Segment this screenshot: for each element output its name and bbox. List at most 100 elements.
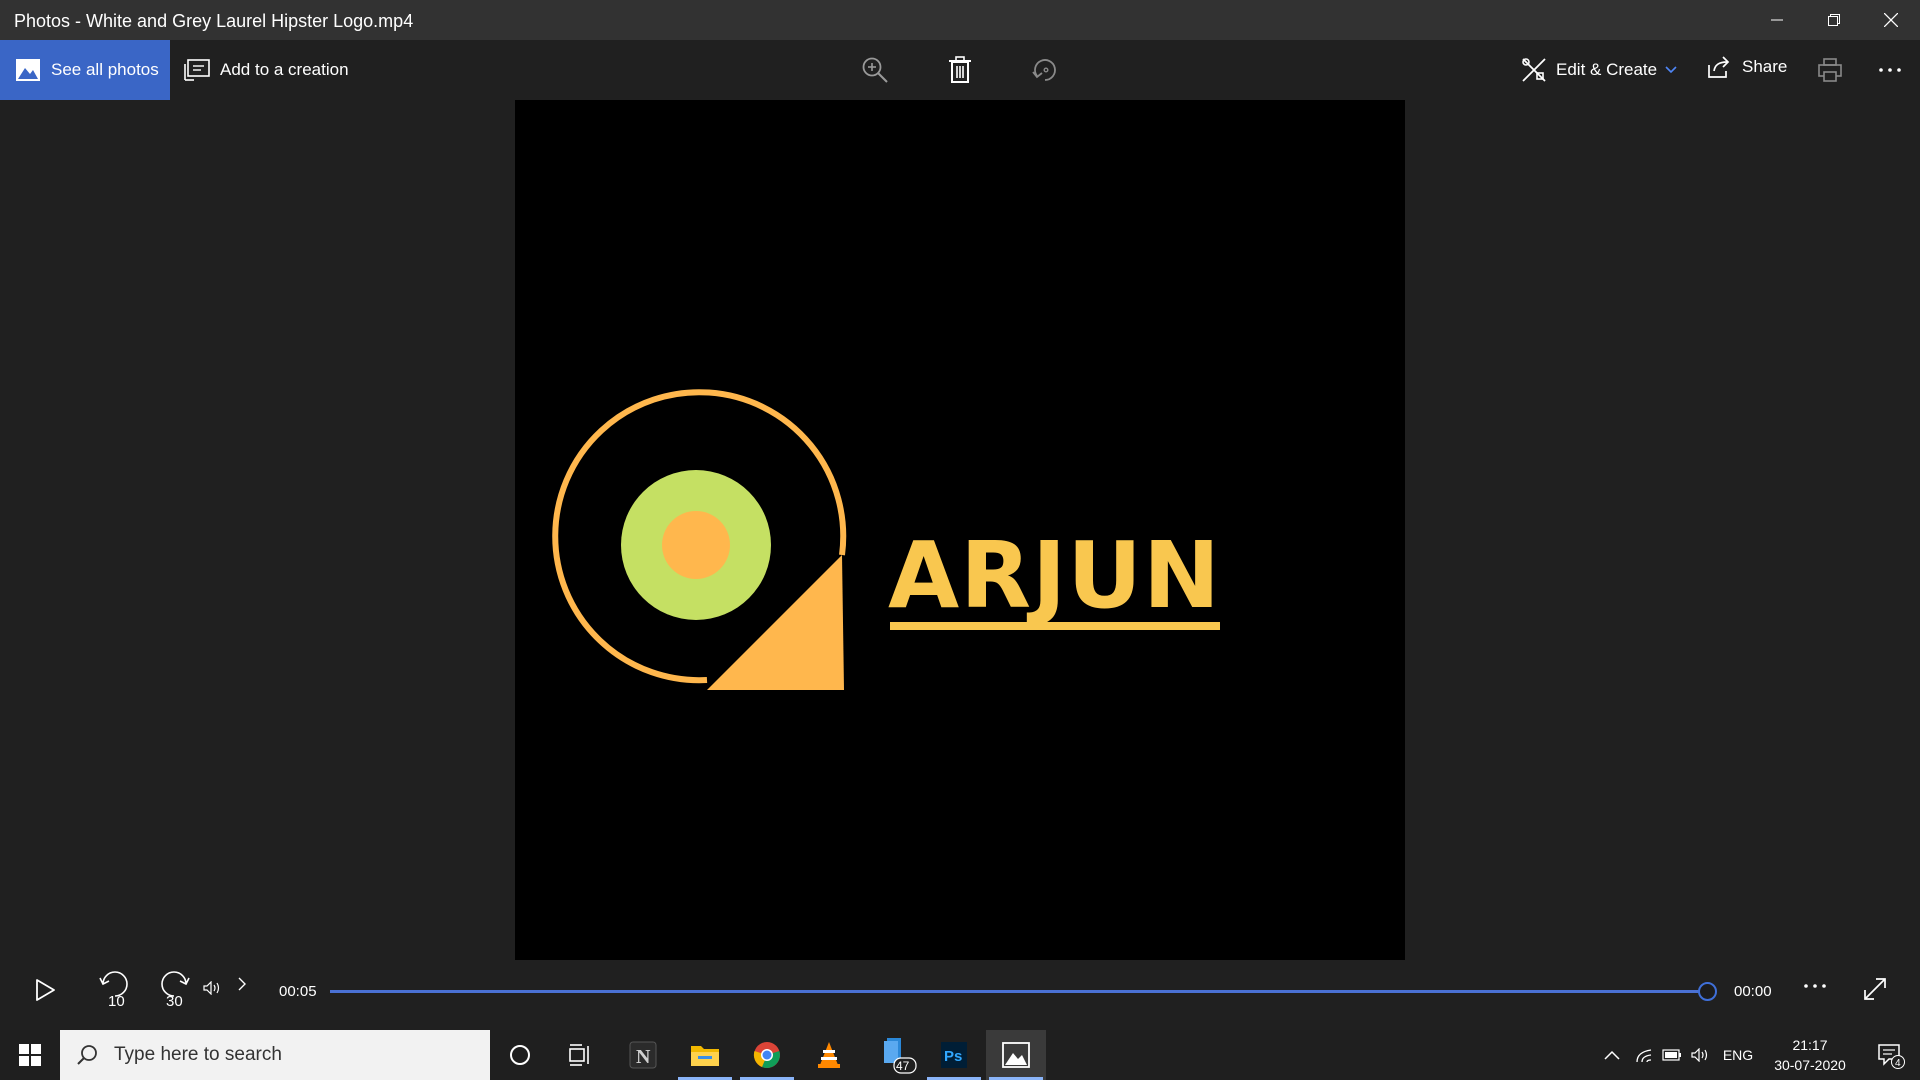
close-icon: [1883, 13, 1898, 27]
more-options-button[interactable]: [1872, 52, 1908, 88]
taskbar-photoshop[interactable]: Ps: [924, 1030, 984, 1080]
mail-icon: 47: [884, 1038, 917, 1074]
taskbar-photos[interactable]: [986, 1030, 1046, 1080]
notion-icon: N: [629, 1041, 657, 1069]
show-hidden-icons-button[interactable]: [1600, 1030, 1624, 1080]
more-icon: [1879, 68, 1901, 72]
network-button[interactable]: [1632, 1030, 1656, 1080]
share-button[interactable]: Share: [1706, 40, 1787, 94]
more-icon: [1804, 984, 1826, 988]
delete-icon: [949, 56, 971, 83]
print-icon: [1818, 58, 1842, 82]
restore-button[interactable]: [1805, 0, 1862, 40]
speaker-icon: [1691, 1048, 1708, 1062]
search-placeholder: Type here to search: [114, 1044, 282, 1065]
see-all-photos-label: See all photos: [51, 60, 159, 79]
windows-icon: [19, 1044, 41, 1066]
edit-create-label: Edit & Create: [1556, 60, 1658, 79]
volume-button[interactable]: [202, 978, 222, 998]
rewind-seconds: 10: [108, 993, 125, 1010]
elapsed-time: 00:05: [279, 983, 317, 1000]
battery-button[interactable]: [1660, 1030, 1684, 1080]
photoshop-label: Ps: [944, 1048, 962, 1065]
player-more-button[interactable]: [1800, 976, 1830, 996]
fullscreen-icon: [1864, 978, 1886, 1000]
cortana-button[interactable]: [490, 1030, 550, 1080]
cortana-icon: [510, 1045, 530, 1065]
logo-orange-dot: [662, 511, 730, 579]
rewind-button[interactable]: 10: [96, 968, 132, 1012]
forward-seconds: 30: [166, 993, 183, 1010]
rotate-button[interactable]: [1027, 52, 1063, 88]
chevron-down-icon: [1665, 66, 1677, 74]
taskbar-chrome[interactable]: [737, 1030, 797, 1080]
task-view-button[interactable]: [550, 1030, 610, 1080]
volume-tray-button[interactable]: [1688, 1030, 1712, 1080]
minimize-button[interactable]: [1748, 0, 1805, 40]
logo-underline: [890, 622, 1220, 630]
share-icon: [1708, 56, 1730, 78]
see-all-photos-button[interactable]: See all photos: [0, 40, 170, 100]
svg-text:N: N: [636, 1046, 651, 1068]
logo-text: ARJUN: [888, 522, 1221, 629]
seek-thumb[interactable]: [1698, 982, 1717, 1001]
command-bar: See all photos Add to a creation Edit & …: [0, 40, 1920, 100]
taskbar-file-explorer[interactable]: [675, 1030, 735, 1080]
taskbar-notion[interactable]: N: [613, 1030, 673, 1080]
zoom-button[interactable]: [857, 52, 893, 88]
folder-icon: [691, 1046, 719, 1066]
player-controls: 10 30 00:05 00:00: [0, 960, 1920, 1030]
add-to-creation-button[interactable]: Add to a creation: [184, 40, 349, 100]
photoshop-icon: Ps: [941, 1042, 967, 1068]
restore-icon: [1827, 14, 1840, 26]
add-to-creation-label: Add to a creation: [220, 60, 349, 79]
forward-button[interactable]: 30: [157, 968, 193, 1012]
photos-icon: [16, 59, 40, 81]
chevron-up-icon: [1604, 1050, 1620, 1060]
chrome-icon: [753, 1042, 780, 1068]
language-indicator[interactable]: ENG: [1718, 1030, 1758, 1080]
action-center-button[interactable]: 4: [1866, 1030, 1916, 1080]
edit-create-icon: [1522, 58, 1546, 82]
wifi-icon: [1636, 1049, 1652, 1063]
title-bar: Photos - White and Grey Laurel Hipster L…: [0, 0, 1920, 40]
vlc-icon: [818, 1042, 840, 1068]
creation-icon: [184, 59, 210, 81]
notification-icon: 4: [1878, 1044, 1905, 1069]
remaining-time: 00:00: [1734, 983, 1772, 1000]
search-icon: [77, 1045, 97, 1065]
taskbar-vlc[interactable]: [799, 1030, 859, 1080]
notification-count: 4: [1895, 1058, 1901, 1069]
forward-icon: 30: [161, 971, 190, 1010]
taskbar-mail[interactable]: 47: [870, 1030, 930, 1080]
taskbar-search[interactable]: Type here to search: [60, 1030, 490, 1080]
play-button[interactable]: [30, 975, 60, 1005]
clock-date: 30-07-2020: [1774, 1057, 1846, 1073]
zoom-in-icon: [862, 57, 888, 83]
chevron-right-icon: [238, 977, 246, 991]
start-button[interactable]: [0, 1030, 60, 1080]
rotate-icon: [1032, 59, 1056, 81]
photos-app-icon: [1002, 1042, 1030, 1068]
media-viewer[interactable]: ARJUN: [515, 100, 1405, 960]
taskbar: Type here to search N 47 Ps ENG 21:17 30…: [0, 1030, 1920, 1080]
task-view-icon: [569, 1044, 589, 1066]
rewind-icon: 10: [99, 971, 128, 1010]
edit-create-button[interactable]: Edit & Create: [1520, 40, 1677, 100]
seek-bar[interactable]: [330, 990, 1708, 993]
volume-icon: [203, 981, 220, 995]
close-button[interactable]: [1862, 0, 1919, 40]
share-label: Share: [1742, 57, 1788, 76]
expand-controls-button[interactable]: [234, 974, 250, 994]
clock-time: 21:17: [1792, 1037, 1828, 1053]
print-button[interactable]: [1812, 52, 1848, 88]
delete-button[interactable]: [942, 52, 978, 88]
play-icon: [36, 979, 55, 1001]
battery-icon: [1662, 1049, 1681, 1061]
mail-badge: 47: [896, 1059, 910, 1073]
taskbar-clock[interactable]: 21:17 30-07-2020: [1760, 1035, 1860, 1075]
language-label: ENG: [1722, 1047, 1754, 1063]
fullscreen-button[interactable]: [1860, 974, 1890, 1004]
window-title: Photos - White and Grey Laurel Hipster L…: [14, 11, 414, 31]
minimize-icon: [1770, 19, 1783, 21]
